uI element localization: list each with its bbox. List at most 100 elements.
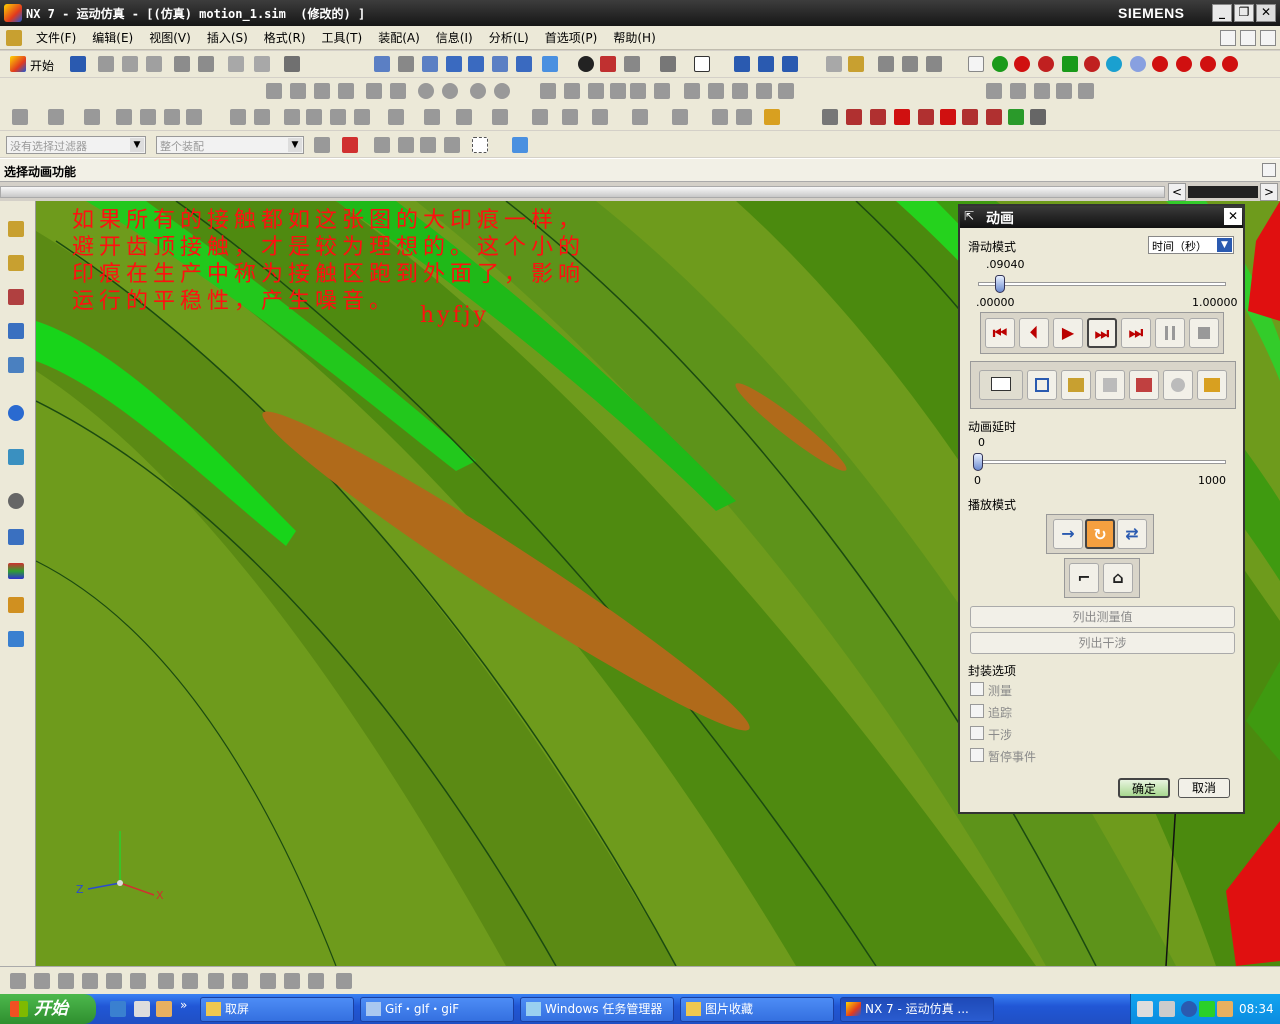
scroll-right-icon[interactable]: > — [1260, 183, 1278, 201]
material-icon[interactable] — [624, 56, 640, 72]
anim-options-icon[interactable] — [1030, 109, 1046, 125]
trace-tool-button[interactable] — [1027, 370, 1057, 400]
loop-button[interactable]: ↻ — [1085, 519, 1115, 549]
start-button[interactable]: 开始 — [0, 994, 96, 1024]
bottom-tool-7-icon[interactable] — [158, 973, 174, 989]
trace-icon[interactable] — [424, 109, 440, 125]
point-icon[interactable] — [470, 83, 486, 99]
bottom-tool-9-icon[interactable] — [208, 973, 224, 989]
anim-next-icon[interactable] — [918, 109, 934, 125]
doc-restore-button[interactable] — [1240, 30, 1256, 46]
circle-icon[interactable] — [418, 83, 434, 99]
app-quicklaunch-icon[interactable] — [156, 1001, 172, 1017]
stop-button[interactable] — [1189, 318, 1219, 348]
palette-icon[interactable] — [8, 563, 24, 579]
play-once-button[interactable]: → — [1053, 519, 1083, 549]
anim-first-icon[interactable] — [846, 109, 862, 125]
constraint-icon[interactable] — [1010, 83, 1026, 99]
scroll-left-icon[interactable]: < — [1168, 183, 1186, 201]
menu-view[interactable]: 视图(V) — [141, 29, 199, 46]
packaging-icon[interactable] — [712, 109, 728, 125]
task-task-manager[interactable]: Windows 任务管理器 — [520, 997, 674, 1022]
doc-close-button[interactable] — [1260, 30, 1276, 46]
select-body-icon[interactable] — [398, 137, 414, 153]
load-transfer-icon[interactable] — [632, 109, 648, 125]
first-frame-button[interactable]: ⏮ — [985, 318, 1015, 348]
display-icon[interactable] — [254, 56, 270, 72]
mirror-icon[interactable] — [1056, 83, 1072, 99]
menu-edit[interactable]: 编辑(E) — [84, 29, 141, 46]
bottom-tool-1-icon[interactable] — [10, 973, 26, 989]
next-icon[interactable] — [164, 109, 180, 125]
network-icon[interactable] — [1159, 1001, 1175, 1017]
contact-icon[interactable] — [1106, 56, 1122, 72]
articulation-icon[interactable] — [492, 109, 508, 125]
bottom-tool-5-icon[interactable] — [106, 973, 122, 989]
restore-button[interactable]: ❐ — [1234, 4, 1254, 22]
constraint-nav-icon[interactable] — [8, 289, 24, 305]
measure-icon[interactable] — [878, 56, 894, 72]
interference-checkbox[interactable] — [970, 726, 984, 740]
perspective-icon[interactable] — [516, 56, 532, 72]
xy-graph-icon[interactable] — [306, 109, 322, 125]
chamfer-icon[interactable] — [390, 83, 406, 99]
wave-icon[interactable] — [610, 83, 626, 99]
anim-loop-icon[interactable] — [1008, 109, 1024, 125]
scope-select[interactable]: 整个装配 ▼ — [156, 136, 304, 154]
delay-slider-track[interactable] — [978, 460, 1226, 464]
trim-icon[interactable] — [684, 83, 700, 99]
undo-icon[interactable] — [174, 56, 190, 72]
project-icon[interactable] — [540, 83, 556, 99]
bottom-tool-4-icon[interactable] — [82, 973, 98, 989]
new-sim-icon[interactable] — [968, 56, 984, 72]
curve-edit-icon[interactable] — [778, 83, 794, 99]
part-nav-icon[interactable] — [8, 255, 24, 271]
analyze-icon[interactable] — [902, 56, 918, 72]
delay-slider-thumb[interactable] — [973, 453, 983, 471]
time-slider-thumb[interactable] — [995, 275, 1006, 293]
motion-nav-icon[interactable] — [8, 323, 24, 339]
tray-expand-icon[interactable] — [1181, 1001, 1197, 1017]
minimize-button[interactable]: _ — [1212, 4, 1232, 22]
rotate-icon[interactable] — [468, 56, 484, 72]
assembly-nav-icon[interactable] — [8, 221, 24, 237]
bottom-tool-10-icon[interactable] — [232, 973, 248, 989]
save-icon[interactable] — [70, 56, 86, 72]
close-button[interactable]: ✕ — [1256, 4, 1276, 22]
pause-event-checkbox[interactable] — [970, 748, 984, 762]
link-icon[interactable] — [992, 56, 1008, 72]
anim-finish-icon[interactable] — [986, 109, 1002, 125]
anim-pause-icon[interactable] — [962, 109, 978, 125]
menu-tools[interactable]: 工具(T) — [314, 29, 371, 46]
spline-icon[interactable] — [314, 83, 330, 99]
export-icon[interactable] — [592, 109, 608, 125]
task-nx[interactable]: NX 7 - 运动仿真 ... — [840, 997, 994, 1022]
select-face-icon[interactable] — [420, 137, 436, 153]
more-quicklaunch-icon[interactable]: » — [180, 998, 187, 1012]
dimension-icon[interactable] — [1034, 83, 1050, 99]
constraints-icon[interactable] — [84, 109, 100, 125]
measure-checkbox[interactable] — [970, 682, 984, 696]
zoom-window-icon[interactable] — [422, 56, 438, 72]
csys-icon[interactable] — [782, 56, 798, 72]
extend-icon[interactable] — [708, 83, 724, 99]
menu-info[interactable]: 信息(I) — [428, 29, 481, 46]
dialog-close-button[interactable]: ✕ — [1224, 208, 1242, 225]
explode-icon[interactable] — [254, 109, 270, 125]
cam-button[interactable]: ⌂ — [1103, 563, 1133, 593]
task-screen-capture[interactable]: 取屏 — [200, 997, 354, 1022]
move-icon[interactable] — [116, 109, 132, 125]
volume-icon[interactable] — [1217, 1001, 1233, 1017]
interference-tool-button[interactable] — [1061, 370, 1091, 400]
report-icon[interactable] — [736, 109, 752, 125]
dialog-titlebar[interactable]: ⇱ 动画 ✕ — [960, 206, 1243, 228]
last-frame-button[interactable]: ⏭ — [1121, 318, 1151, 348]
zoom-icon[interactable] — [398, 56, 414, 72]
anim-play-icon[interactable] — [894, 109, 910, 125]
solver-icon[interactable] — [1200, 56, 1216, 72]
force-icon[interactable] — [1130, 56, 1146, 72]
cancel-button[interactable]: 取消 — [1178, 778, 1230, 798]
refresh-icon[interactable] — [186, 109, 202, 125]
fillet-icon[interactable] — [366, 83, 382, 99]
export-movie-button[interactable] — [1163, 370, 1193, 400]
